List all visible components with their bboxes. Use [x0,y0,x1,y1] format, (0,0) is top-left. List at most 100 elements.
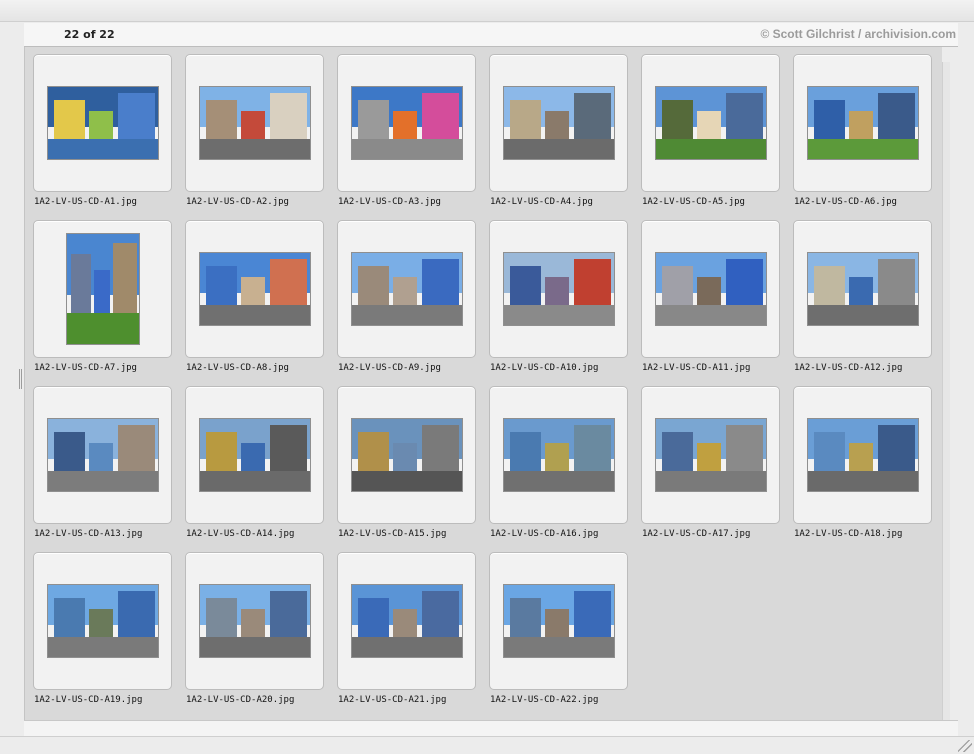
image-counter: 22 of 22 [64,28,115,41]
photo-building [814,431,845,476]
window-top-bar [0,0,974,22]
thumbnail-item[interactable]: 1A2-LV-US-CD-A3.jpg [329,47,476,213]
street-image[interactable] [502,86,615,160]
thumbnail-filename: 1A2-LV-US-CD-A1.jpg [34,197,137,207]
thumbnail-slide[interactable] [489,386,628,524]
photo-ground [351,470,462,491]
thumbnail-item[interactable]: 1A2-LV-US-CD-A17.jpg [633,379,780,545]
photo-building [877,424,916,476]
building-image[interactable] [198,252,311,326]
thumbnail-item[interactable]: 1A2-LV-US-CD-A18.jpg [785,379,932,545]
thumbnail-item[interactable]: 1A2-LV-US-CD-A13.jpg [25,379,172,545]
photo-building [112,242,138,320]
thumbnail-slide[interactable] [185,552,324,690]
browser-header: 22 of 22 © Scott Gilchrist / archivision… [24,23,958,47]
photo-building [510,99,541,144]
photo-building [573,92,612,144]
photo-building [358,265,389,310]
thumbnail-slide[interactable] [33,552,172,690]
photo-ground [351,138,462,159]
thumbnail-slide[interactable] [489,54,628,192]
palm-street-image[interactable] [806,86,919,160]
vertical-scrollbar[interactable] [942,62,950,720]
street-sign-image[interactable] [350,86,463,160]
palm-street-image[interactable] [654,86,767,160]
photo-building [54,99,85,144]
thumbnail-item[interactable]: 1A2-LV-US-CD-A1.jpg [25,47,172,213]
thumbnail-slide[interactable] [641,220,780,358]
thumbnail-slide[interactable] [489,220,628,358]
thumbnail-filename: 1A2-LV-US-CD-A17.jpg [642,529,751,539]
thumbnail-item[interactable]: 1A2-LV-US-CD-A2.jpg [177,47,324,213]
thumbnail-slide[interactable] [185,386,324,524]
thumbnail-slide[interactable] [33,386,172,524]
thumbnail-slide[interactable] [185,220,324,358]
thumbnail-item[interactable]: 1A2-LV-US-CD-A10.jpg [481,213,628,379]
thumbnail-item[interactable]: 1A2-LV-US-CD-A8.jpg [177,213,324,379]
thumbnail-slide[interactable] [641,54,780,192]
street-image[interactable] [806,252,919,326]
thumbnail-item[interactable]: 1A2-LV-US-CD-A15.jpg [329,379,476,545]
portrait-building-image[interactable] [65,233,140,345]
photo-ground [655,470,766,491]
thumbnail-slide[interactable] [337,220,476,358]
street-image[interactable] [198,86,311,160]
thumbnail-item[interactable]: 1A2-LV-US-CD-A20.jpg [177,545,324,711]
thumbnail-slide[interactable] [489,552,628,690]
building-image[interactable] [350,418,463,492]
photo-building [725,92,764,144]
thumbnail-item[interactable]: 1A2-LV-US-CD-A4.jpg [481,47,628,213]
thumbnail-slide[interactable] [33,220,172,358]
thumbnail-slide[interactable] [337,552,476,690]
thumbnail-filename: 1A2-LV-US-CD-A13.jpg [34,529,143,539]
building-image[interactable] [46,418,159,492]
building-image[interactable] [198,584,311,658]
photo-building [70,253,91,320]
thumbnail-slide[interactable] [793,54,932,192]
thumbnail-item[interactable]: 1A2-LV-US-CD-A6.jpg [785,47,932,213]
thumbnail-item[interactable]: 1A2-LV-US-CD-A19.jpg [25,545,172,711]
thumbnail-item[interactable]: 1A2-LV-US-CD-A12.jpg [785,213,932,379]
thumbnail-slide[interactable] [185,54,324,192]
thumbnail-slide[interactable] [33,54,172,192]
building-image[interactable] [654,252,767,326]
photo-building [662,265,693,310]
photo-building [269,92,308,144]
thumbnail-item[interactable]: 1A2-LV-US-CD-A9.jpg [329,213,476,379]
thumbnail-item[interactable]: 1A2-LV-US-CD-A21.jpg [329,545,476,711]
splitter-handle[interactable] [19,369,22,389]
thumbnail-slide[interactable] [337,386,476,524]
photo-building [54,431,85,476]
resize-grip-icon[interactable] [958,740,972,752]
building-image[interactable] [350,584,463,658]
building-image[interactable] [502,252,615,326]
thumbnail-slide[interactable] [793,386,932,524]
building-image[interactable] [350,252,463,326]
photo-ground [199,636,310,657]
thumbnail-item[interactable]: 1A2-LV-US-CD-A14.jpg [177,379,324,545]
photo-building [877,258,916,310]
building-image[interactable] [46,584,159,658]
photo-ground [655,138,766,159]
photo-building [725,424,764,476]
thumbnail-slide[interactable] [641,386,780,524]
building-image[interactable] [502,418,615,492]
building-image[interactable] [502,584,615,658]
photo-ground [503,138,614,159]
building-image[interactable] [198,418,311,492]
photo-building [573,424,612,476]
thumbnail-slide[interactable] [337,54,476,192]
thumbnail-item[interactable]: 1A2-LV-US-CD-A22.jpg [481,545,628,711]
building-image[interactable] [654,418,767,492]
map-image[interactable] [46,86,159,160]
thumbnail-item[interactable]: 1A2-LV-US-CD-A11.jpg [633,213,780,379]
building-image[interactable] [806,418,919,492]
thumbnail-slide[interactable] [793,220,932,358]
thumbnail-item[interactable]: 1A2-LV-US-CD-A16.jpg [481,379,628,545]
thumbnail-item[interactable]: 1A2-LV-US-CD-A5.jpg [633,47,780,213]
thumbnail-item[interactable]: 1A2-LV-US-CD-A7.jpg [25,213,172,379]
photo-building [877,92,916,144]
thumbnail-filename: 1A2-LV-US-CD-A12.jpg [794,363,903,373]
photo-ground [199,304,310,325]
photo-ground [199,470,310,491]
